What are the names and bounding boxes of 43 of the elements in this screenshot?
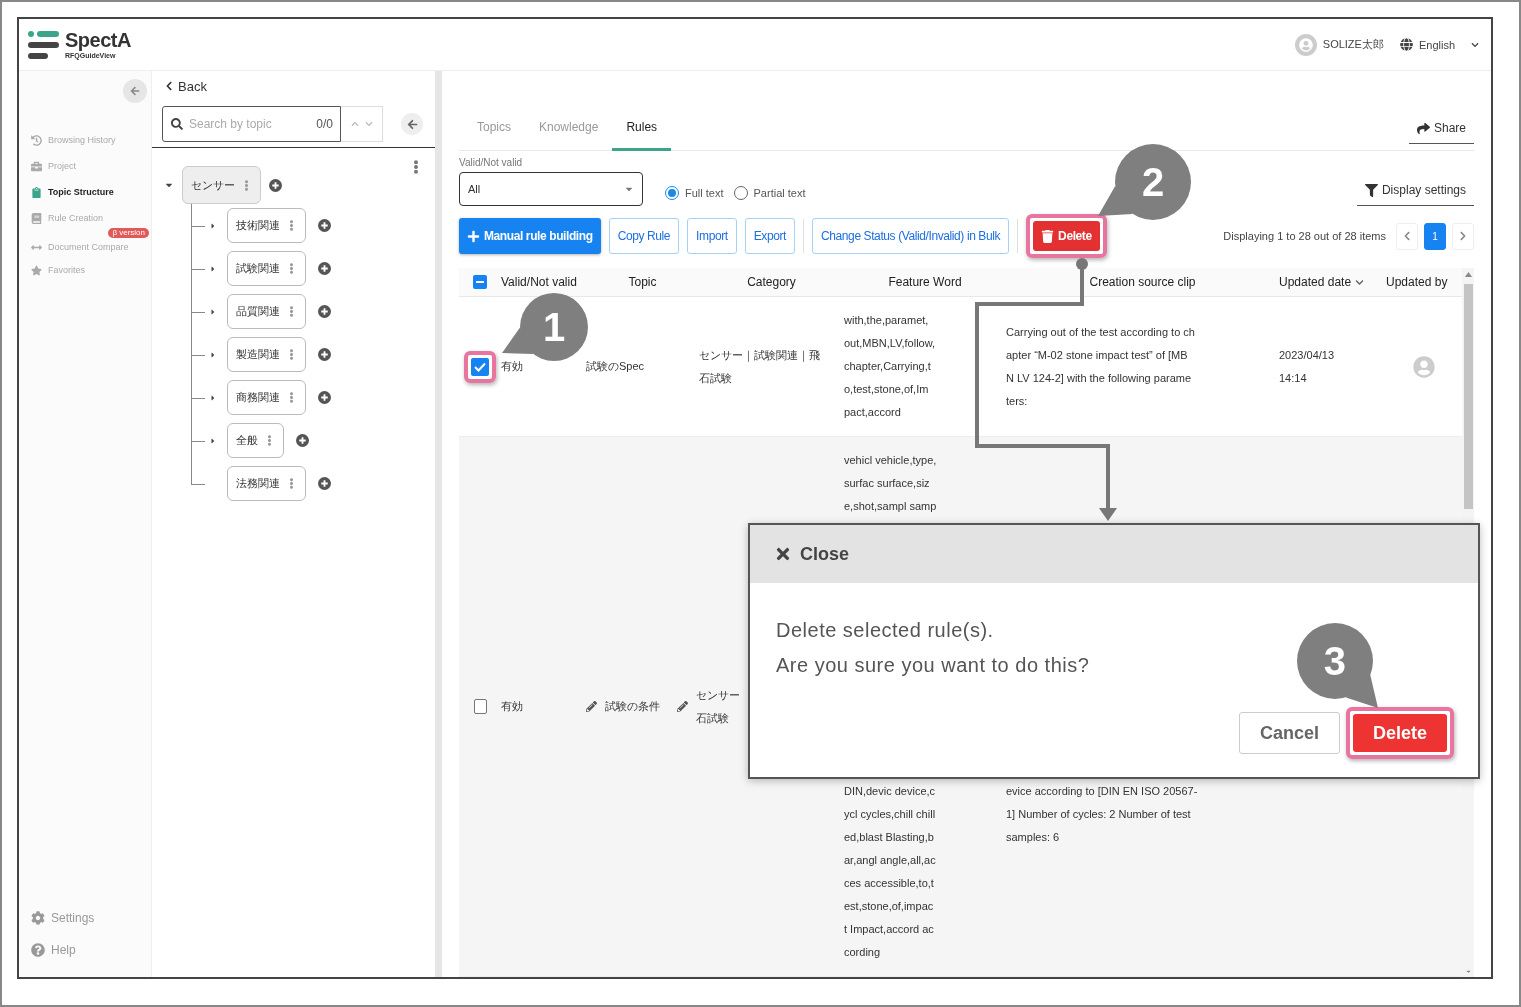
radio-label: Full text — [685, 187, 724, 199]
node-label: 試験関連 — [236, 261, 280, 276]
nav-label: Topic Structure — [48, 187, 114, 197]
node-label: 技術関連 — [236, 218, 280, 233]
nav-label: Rule Creation — [48, 213, 104, 223]
table-cell-text: センサー｜試験関連｜飛 — [699, 347, 820, 364]
nav-label: Help — [51, 943, 76, 957]
node-label: 品質関連 — [236, 304, 280, 319]
nav-label: Project — [48, 161, 76, 171]
node-label: 全般 — [236, 433, 258, 448]
nav-label: Settings — [51, 911, 95, 925]
app-name: SpectA — [65, 30, 131, 50]
feature-words: vehicl vehicle,type, surfac surface,siz e,shot,sampl samp — [844, 453, 937, 514]
table-cell-text: 有効 — [501, 699, 524, 714]
table-cell-text: 試験のSpec — [586, 359, 645, 374]
nav-label: Document Compare — [48, 242, 129, 252]
table-cell-text: 石試験 — [699, 370, 733, 386]
callout-number: 3 — [1322, 638, 1348, 685]
table-cell-text: 2023/04/13 14:14 — [1279, 347, 1336, 386]
node-label: 製造関連 — [236, 347, 280, 362]
table-cell-text: 有効 — [501, 359, 524, 374]
source-clip-text: Carrying out of the test according to ch apter “M-02 stone impact test” of [MB N LV 124-2] with the following parame ters: — [1006, 324, 1195, 409]
node-label: 法務関連 — [236, 476, 280, 491]
dialog-message: Are you sure you want to do this? — [776, 653, 1090, 678]
match-count: 0/0 — [316, 117, 333, 131]
filter-label: Valid/Not valid — [459, 157, 524, 168]
table-cell-text: 試験の条件 — [605, 699, 660, 714]
table-cell-text: 石試験 — [696, 710, 730, 726]
table-cell-text: センサー — [696, 687, 740, 703]
nav-label: Favorites — [48, 265, 85, 275]
feature-words: DIN,devic device,c ycl cycles,chill chill ed,blast Blasting,b ar,angl angle,all,ac ces accessible,to,t est,stone,of,impac t Impact,accord ac cording — [844, 784, 936, 960]
dialog-message: Delete selected rule(s). — [776, 618, 994, 643]
user-name: SOLIZE太郎 — [1322, 37, 1384, 52]
callout-number: 1 — [541, 303, 567, 351]
version-badge: β version — [108, 228, 149, 238]
node-label: センサー — [191, 177, 235, 193]
node-label: 商務関連 — [236, 390, 280, 405]
callout-number: 2 — [1141, 159, 1166, 206]
feature-words: with,the,paramet, out,MBN,LV,follow, chapter,Carrying,t o,test,stone,of,Im pact,accord — [844, 313, 936, 420]
source-clip-text: evice according to [DIN EN ISO 20567- 1] Number of cycles: 2 Number of test samples: 6 — [1006, 784, 1198, 845]
radio-label: Partial text — [753, 187, 806, 199]
pagination-summary: Displaying 1 to 28 out of 28 items — [1223, 230, 1386, 242]
nav-label: Browsing History — [48, 135, 116, 145]
